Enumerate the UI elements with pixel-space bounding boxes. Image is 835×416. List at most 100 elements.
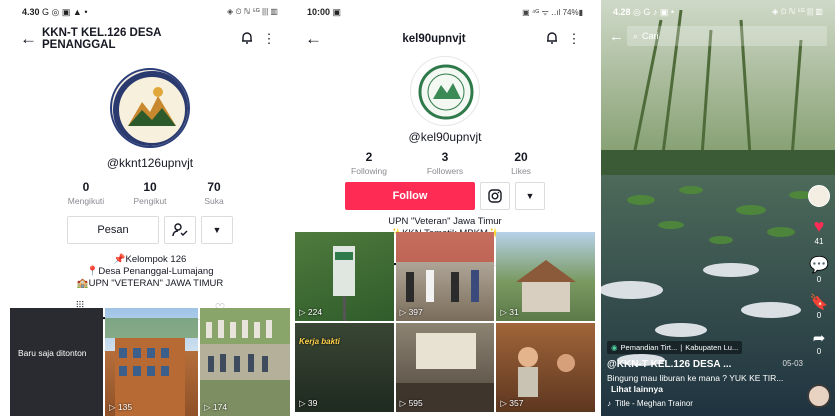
- profile-topbar: ← kel90upnvjt ⋮: [295, 24, 595, 54]
- status-bar: 4.30 G ◎ ▣ ▲ • ◈ ⏲ ℕ ⁵ᴳ ||| ▥: [10, 0, 290, 24]
- status-indicators: G ◎ ▣ ▲ •: [42, 6, 88, 17]
- more-options-icon[interactable]: ⋮: [258, 31, 280, 47]
- save-count: 0: [816, 311, 822, 320]
- more-options-icon[interactable]: ⋮: [563, 31, 585, 47]
- instagram-button[interactable]: [480, 182, 510, 210]
- back-arrow-icon[interactable]: ←: [305, 29, 327, 49]
- stat-likes: 70 Suka: [182, 180, 246, 206]
- suggested-accounts-button[interactable]: ▼: [201, 216, 233, 244]
- bell-icon[interactable]: [236, 31, 258, 48]
- bio-line: 🏫UPN "VETERAN" JAWA TIMUR: [76, 278, 224, 289]
- bio-line: UPN "Veteran" Jawa Timur: [388, 216, 502, 227]
- save-button[interactable]: 🔖 0: [810, 293, 829, 320]
- profile-actions: Pesan ▼: [10, 216, 290, 244]
- bell-icon[interactable]: [541, 31, 563, 48]
- profile-title: kel90upnvjt: [402, 33, 466, 45]
- location-separator: |: [680, 343, 683, 352]
- bio-line: 📍Desa Penanggal-Lumajang: [86, 266, 214, 277]
- stat-value: 10: [143, 180, 157, 194]
- suggested-accounts-button[interactable]: ▼: [515, 182, 545, 210]
- view-count-value: 357: [509, 398, 524, 408]
- video-thumbnail[interactable]: ▷ 31: [496, 232, 595, 321]
- status-time: 4.30: [22, 6, 40, 17]
- stat-value: 20: [514, 150, 528, 164]
- recently-watched-tile[interactable]: Baru saja ditonton: [10, 308, 103, 416]
- video-caption-block: ◉ Pemandian Tirt... | Kabupaten Lu... @K…: [607, 337, 803, 408]
- stat-label: Suka: [204, 196, 224, 206]
- back-arrow-icon[interactable]: ←: [609, 28, 627, 45]
- stat-likes: 20 Likes: [483, 150, 559, 176]
- profile-stats: 0 Mengikuti 10 Pengikut 70 Suka: [10, 180, 290, 206]
- profile-topbar: ← KKN-T KEL.126 DESA PENANGGAL ⋮: [10, 24, 290, 54]
- stat-value: 3: [441, 150, 449, 164]
- video-overlay-text: Kerja bakti: [299, 337, 340, 346]
- see-more-link[interactable]: Lihat lainnya: [611, 384, 663, 394]
- avatar[interactable]: [410, 56, 480, 126]
- stat-followers[interactable]: 3 Followers: [407, 150, 483, 176]
- view-count-value: 31: [509, 307, 519, 317]
- stat-followers[interactable]: 10 Pengikut: [118, 180, 182, 206]
- follow-button[interactable]: Follow: [345, 182, 475, 210]
- view-count: ▷ 174: [204, 402, 228, 412]
- message-button[interactable]: Pesan: [67, 216, 159, 244]
- share-arrow-icon: ➦: [812, 330, 826, 347]
- view-count: ▷ 357: [500, 398, 524, 408]
- avatar[interactable]: [110, 68, 190, 148]
- video-thumbnail[interactable]: ▷ 595: [395, 323, 495, 412]
- music-row[interactable]: ♪ Title - Meghan Trainor: [607, 399, 803, 408]
- video-thumbnail[interactable]: ▷ 135: [105, 308, 198, 416]
- back-arrow-icon[interactable]: ←: [20, 29, 42, 49]
- caption: Bingung mau liburan ke mana ? YUK KE TIR…: [607, 373, 784, 383]
- profile-screen-kel90: 10:00 ▣ ▣ ⁴ᴳ ᯤ ‥ıl 74%▮ ← kel90upnvjt ⋮ …: [295, 0, 595, 416]
- view-count-value: 39: [307, 398, 318, 408]
- comment-count: 0: [816, 275, 822, 284]
- location-tag[interactable]: ◉ Pemandian Tirt... | Kabupaten Lu...: [607, 341, 743, 354]
- status-bar: 10:00 ▣ ▣ ⁴ᴳ ᯤ ‥ıl 74%▮: [295, 0, 595, 24]
- stat-label: Pengikut: [133, 196, 167, 206]
- follow-back-button[interactable]: [164, 216, 196, 244]
- video-thumbnail[interactable]: ▷ 357: [496, 323, 595, 412]
- heart-icon: ♥: [813, 216, 825, 236]
- status-time: 10:00: [307, 6, 331, 17]
- building-photo: [105, 318, 198, 416]
- search-input[interactable]: ⌕ Cari: [627, 26, 827, 46]
- recent-label: Baru saja ditonton: [18, 348, 87, 358]
- profile-stats: 2 Following 3 Followers 20 Likes: [295, 150, 595, 176]
- group-photo-collage: [200, 308, 290, 416]
- caret-down-icon: ▼: [212, 225, 222, 235]
- share-count: 0: [816, 347, 822, 356]
- status-time: 4.28: [613, 6, 631, 17]
- profile-bio: 📌Kelompok 126 📍Desa Penanggal-Lumajang 🏫…: [10, 254, 290, 290]
- caption-text: Bingung mau liburan ke mana ? YUK KE TIR…: [607, 373, 803, 395]
- status-indicators: ◎ G ♪ ▣ •: [633, 6, 675, 17]
- stat-label: Mengikuti: [67, 196, 105, 206]
- stat-value: 0: [82, 180, 90, 194]
- video-grid: Baru saja ditonton ▷ 135 ▷ 174: [10, 308, 290, 416]
- user-check-icon: [172, 223, 188, 237]
- instagram-icon: [488, 189, 502, 203]
- video-thumbnail[interactable]: Kerja bakti ▷ 39: [295, 323, 394, 412]
- stat-following[interactable]: 0 Mengikuti: [54, 180, 118, 206]
- share-button[interactable]: ➦ 0: [813, 329, 826, 356]
- author-handle[interactable]: @KKN-T KEL.126 DESA ...: [607, 359, 731, 370]
- stat-label: Following: [351, 166, 387, 176]
- creator-avatar[interactable]: [808, 185, 830, 207]
- search-header: ← ⌕ Cari: [601, 24, 835, 48]
- profile-actions: Follow ▼: [295, 182, 595, 210]
- username: @kel90upnvjt: [408, 130, 482, 144]
- logo-kel90-icon: [418, 64, 474, 120]
- view-count-value: 224: [307, 307, 323, 317]
- like-button[interactable]: ♥ 41: [814, 216, 825, 246]
- post-date: 05-03: [782, 359, 803, 368]
- view-count: ▷ 224: [299, 307, 323, 317]
- action-rail: ♥ 41 💬 0 🔖 0 ➦ 0: [805, 185, 833, 356]
- video-thumbnail[interactable]: ▷ 397: [395, 232, 495, 321]
- music-title: Title - Meghan Trainor: [615, 399, 693, 408]
- stat-following[interactable]: 2 Following: [331, 150, 407, 176]
- stat-label: Followers: [426, 166, 464, 176]
- comment-button[interactable]: 💬 0: [809, 255, 829, 284]
- video-player-screen: 4.28 ◎ G ♪ ▣ • ◈ ⏲ ℕ ⁵ᴳ ||| ▥ ← ⌕ Cari ♥…: [601, 0, 835, 416]
- video-thumbnail[interactable]: ▷ 224: [295, 232, 394, 321]
- video-thumbnail[interactable]: ▷ 174: [200, 308, 290, 416]
- music-disc[interactable]: [807, 384, 831, 408]
